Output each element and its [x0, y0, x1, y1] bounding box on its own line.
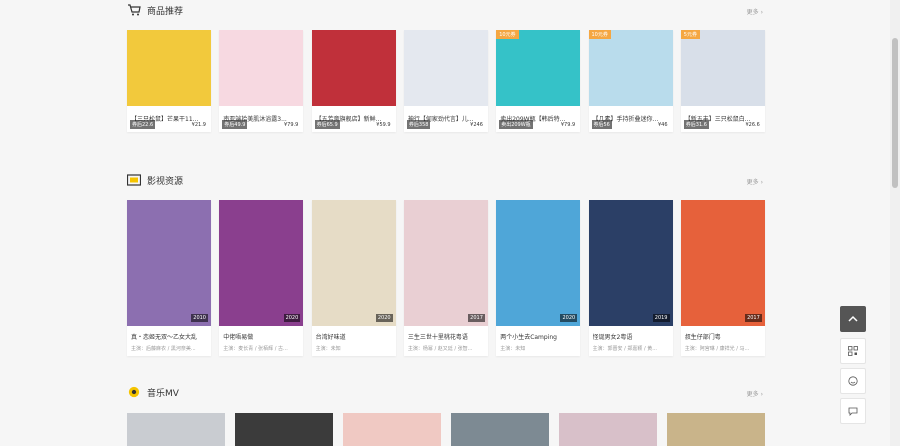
product-image[interactable] [496, 30, 581, 106]
movie-poster[interactable] [127, 200, 211, 326]
chevron-right-icon: › [760, 179, 763, 186]
film-icon [127, 174, 141, 186]
movie-title[interactable]: 中佬唔易做 [223, 332, 301, 341]
movie-card[interactable]: 2020 中佬唔易做主演：麦长青 / 张栢辉 / 古... [219, 200, 304, 356]
movie-card[interactable]: 2020 台湾好味道主演：未知 [311, 200, 396, 356]
movie-title[interactable]: 真・恋姬无双～乙女大乱 [131, 332, 209, 341]
product-image[interactable] [127, 30, 211, 106]
movie-year: 2020 [283, 314, 301, 322]
more-link[interactable]: 更多 › [747, 389, 763, 398]
movie-year: 2017 [468, 314, 485, 322]
movie-poster[interactable] [311, 200, 396, 326]
coupon-badge: 10元券 [496, 30, 519, 39]
movie-card[interactable]: 2020 两个小生去Camping 主演：未知 [496, 200, 581, 356]
product-card[interactable]: 券后65.9 ¥59.9 【五芳斋旗舰店】新鲜... [311, 30, 396, 132]
product-image[interactable] [588, 30, 673, 106]
movie-year: 2020 [375, 314, 393, 322]
product-card[interactable]: 10元券 卖出209W瓶 ¥79.9 卖出209W瓶【韩后特... [496, 30, 581, 132]
movie-year: 2017 [745, 314, 762, 322]
movie-title[interactable]: 三生三世十里桃花粤语 [408, 332, 486, 341]
product-title[interactable]: 神行【何家劲代言】儿... [408, 114, 484, 123]
movie-poster[interactable] [588, 200, 673, 326]
product-card[interactable]: 10元券 券后56 ¥46 【几素】手持折叠迷你... [588, 30, 673, 132]
section-header-music: 音乐MV 更多 › [127, 384, 763, 404]
movie-card[interactable]: 2017 叔生仔部门粤 主演：阿宫琳 / 康祥光 / 马... [680, 200, 765, 356]
music-icon [128, 386, 140, 398]
product-title[interactable]: 南亚端拾美肌沐浴露3... [223, 114, 299, 123]
qrcode-icon [848, 346, 858, 356]
movie-poster[interactable] [680, 200, 765, 326]
movie-poster[interactable] [403, 200, 488, 326]
movie-cast: 主演：郭晋安 / 郑嘉颖 / 黄... [592, 346, 658, 352]
movie-cast: 主演：麦长青 / 张栢辉 / 古... [223, 346, 288, 352]
chat-icon [848, 407, 858, 416]
product-image[interactable] [219, 30, 304, 106]
product-title[interactable]: 【五芳斋旗舰店】新鲜... [316, 114, 392, 123]
product-title[interactable]: 卖出209W瓶【韩后特... [500, 114, 576, 123]
section-title: 影视资源 [147, 177, 184, 187]
product-title[interactable]: 【三只松鼠】芒果干11... [131, 114, 207, 123]
section-title: 商品推荐 [147, 7, 184, 17]
product-card[interactable]: 券后358 ¥246 神行【何家劲代言】儿... [403, 30, 488, 132]
product-title[interactable]: 【几素】手持折叠迷你... [593, 114, 669, 123]
more-label: 更多 [746, 179, 759, 186]
product-image[interactable] [311, 30, 396, 106]
section-header-movies: 影视资源 更多 › [127, 172, 763, 192]
movie-year: 2010 [191, 314, 208, 322]
movie-poster[interactable] [496, 200, 581, 326]
movie-cast: 主演：后藤麻衣 / 黒河奈美... [131, 346, 196, 352]
more-label: 更多 [746, 391, 759, 398]
smile-icon [848, 376, 858, 386]
product-card[interactable]: 5元券 券后31.6 ¥26.6 【新五丰】三只松鼠白... [680, 30, 765, 132]
movie-year: 2019 [652, 314, 670, 322]
mv-thumbnail[interactable] [343, 413, 441, 446]
movie-card[interactable]: 2010 真・恋姬无双～乙女大乱 主演：后藤麻衣 / 黒河奈美... [127, 200, 211, 356]
movie-title[interactable]: 台湾好味道 [316, 332, 394, 341]
mv-thumbnail[interactable] [451, 413, 549, 446]
back-to-top-button[interactable] [840, 306, 866, 332]
mv-thumbnail[interactable] [127, 413, 225, 446]
movie-cast: 主演：杨幂 / 赵又廷 / 张智... [407, 346, 473, 352]
arrow-up-icon [848, 315, 858, 322]
chevron-right-icon: › [760, 9, 763, 16]
movie-title[interactable]: 怪诞男女2粤语 [593, 332, 671, 341]
coupon-badge: 10元券 [588, 30, 611, 39]
feedback-button[interactable] [840, 368, 866, 394]
more-link[interactable]: 更多 › [747, 177, 763, 186]
section-title: 音乐MV [147, 389, 179, 399]
mv-thumbnail[interactable] [559, 413, 657, 446]
more-link[interactable]: 更多 › [747, 7, 763, 16]
cart-icon [128, 4, 141, 16]
movie-cast: 主演：未知 [315, 346, 341, 352]
product-card[interactable]: 券后22.6 ¥21.9 【三只松鼠】芒果干11... [127, 30, 211, 132]
movie-cast: 主演：阿宫琳 / 康祥光 / 马... [684, 346, 750, 352]
movie-title[interactable]: 两个小生去Camping [500, 332, 578, 341]
product-image[interactable] [680, 30, 765, 106]
scrollbar-thumb[interactable] [892, 38, 898, 188]
movie-card[interactable]: 2017 三生三世十里桃花粤语 主演：杨幂 / 赵又廷 / 张智... [403, 200, 488, 356]
product-image[interactable] [403, 30, 488, 106]
qrcode-button[interactable] [840, 338, 866, 364]
coupon-badge: 5元券 [680, 30, 700, 39]
product-card[interactable]: 券后49.9 ¥79.9 南亚端拾美肌沐浴露3... [219, 30, 304, 132]
movie-cast: 主演：未知 [500, 346, 526, 352]
mv-thumbnail[interactable] [667, 413, 765, 446]
section-header-products: 商品推荐 更多 › [127, 2, 763, 22]
mv-thumbnail[interactable] [235, 413, 333, 446]
movie-year: 2020 [560, 314, 578, 322]
chat-button[interactable] [840, 398, 866, 424]
movie-poster[interactable] [219, 200, 304, 326]
product-title[interactable]: 【新五丰】三只松鼠白... [685, 114, 761, 123]
more-label: 更多 [746, 9, 759, 16]
movie-title[interactable]: 叔生仔部门粤 [685, 332, 763, 341]
chevron-right-icon: › [760, 391, 763, 398]
movie-card[interactable]: 2019 怪诞男女2粤语 主演：郭晋安 / 郑嘉颖 / 黄... [588, 200, 673, 356]
